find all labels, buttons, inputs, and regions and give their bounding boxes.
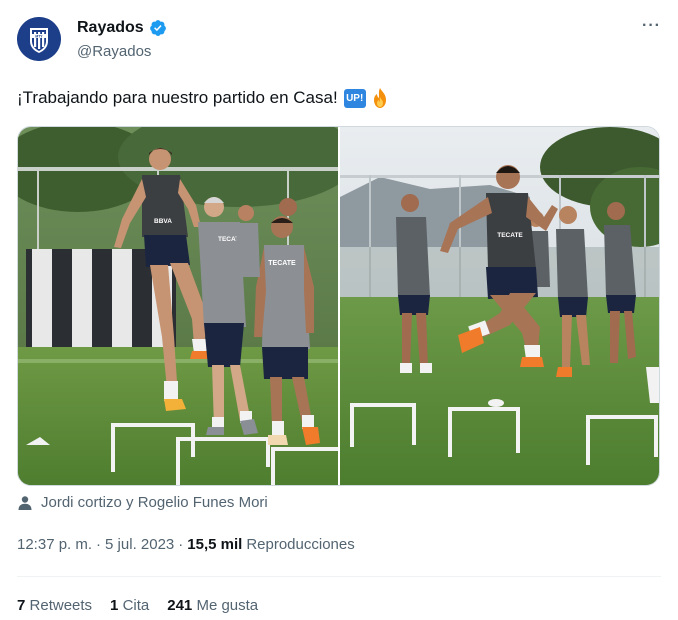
views-count: 15,5 mil — [187, 536, 243, 553]
quotes-label: Cita — [122, 597, 150, 614]
retweets-count: 7 — [17, 597, 26, 614]
fire-emoji-icon — [373, 88, 386, 108]
likes-stat[interactable]: 241 Me gusta — [167, 597, 258, 614]
likes-count: 241 — [167, 597, 193, 614]
tweet-time[interactable]: 12:37 p. m. — [17, 536, 92, 553]
author-name-row[interactable]: Rayados — [77, 19, 167, 37]
rayados-crest-icon: MTY — [17, 17, 61, 61]
tweet-text-body: ¡Trabajando para nuestro partido en Casa… — [17, 88, 338, 107]
retweets-label: Retweets — [29, 597, 93, 614]
views-label: Reproducciones — [246, 536, 355, 553]
meta-separator-2: · — [178, 536, 184, 553]
tweet-meta: 12:37 p. m. · 5 jul. 2023 · 15,5 mil Rep… — [17, 536, 355, 553]
photo-1[interactable]: BBVA TECATE TECATE — [18, 127, 338, 485]
quotes-count: 1 — [110, 597, 119, 614]
author-name[interactable]: Rayados — [77, 19, 144, 37]
tagged-users-text[interactable]: Jordi cortizo y Rogelio Funes Mori — [41, 494, 268, 511]
quotes-stat[interactable]: 1 Cita — [110, 597, 149, 614]
jersey-sponsor-3: TECATE — [268, 260, 296, 267]
jersey-sponsor-4: TECATE — [497, 232, 523, 239]
more-options-icon[interactable]: ··· — [642, 17, 661, 35]
training-photo-1: BBVA TECATE TECATE — [18, 127, 338, 485]
tweet-text: ¡Trabajando para nuestro partido en Casa… — [17, 87, 390, 109]
tweet-header: MTY Rayados @Rayados ··· — [17, 15, 661, 65]
avatar[interactable]: MTY — [17, 17, 61, 61]
divider — [17, 576, 661, 577]
verified-badge-icon — [149, 20, 166, 36]
likes-label: Me gusta — [196, 597, 259, 614]
jersey-sponsor: BBVA — [154, 218, 172, 225]
tweet-stats: 7 Retweets 1 Cita 241 Me gusta — [17, 597, 258, 614]
person-icon — [18, 495, 32, 510]
tweet-media[interactable]: BBVA TECATE TECATE TECATE — [17, 126, 660, 486]
photo-2[interactable]: TECATE — [340, 127, 659, 485]
author-handle[interactable]: @Rayados — [77, 43, 151, 60]
up-emoji-icon: UP! — [343, 88, 366, 108]
svg-text:MTY: MTY — [35, 34, 43, 38]
meta-separator-1: · — [96, 536, 102, 553]
tagged-users[interactable]: Jordi cortizo y Rogelio Funes Mori — [17, 494, 268, 511]
tweet-date[interactable]: 5 jul. 2023 — [105, 536, 174, 553]
training-photo-2: TECATE — [340, 127, 659, 485]
retweets-stat[interactable]: 7 Retweets — [17, 597, 92, 614]
